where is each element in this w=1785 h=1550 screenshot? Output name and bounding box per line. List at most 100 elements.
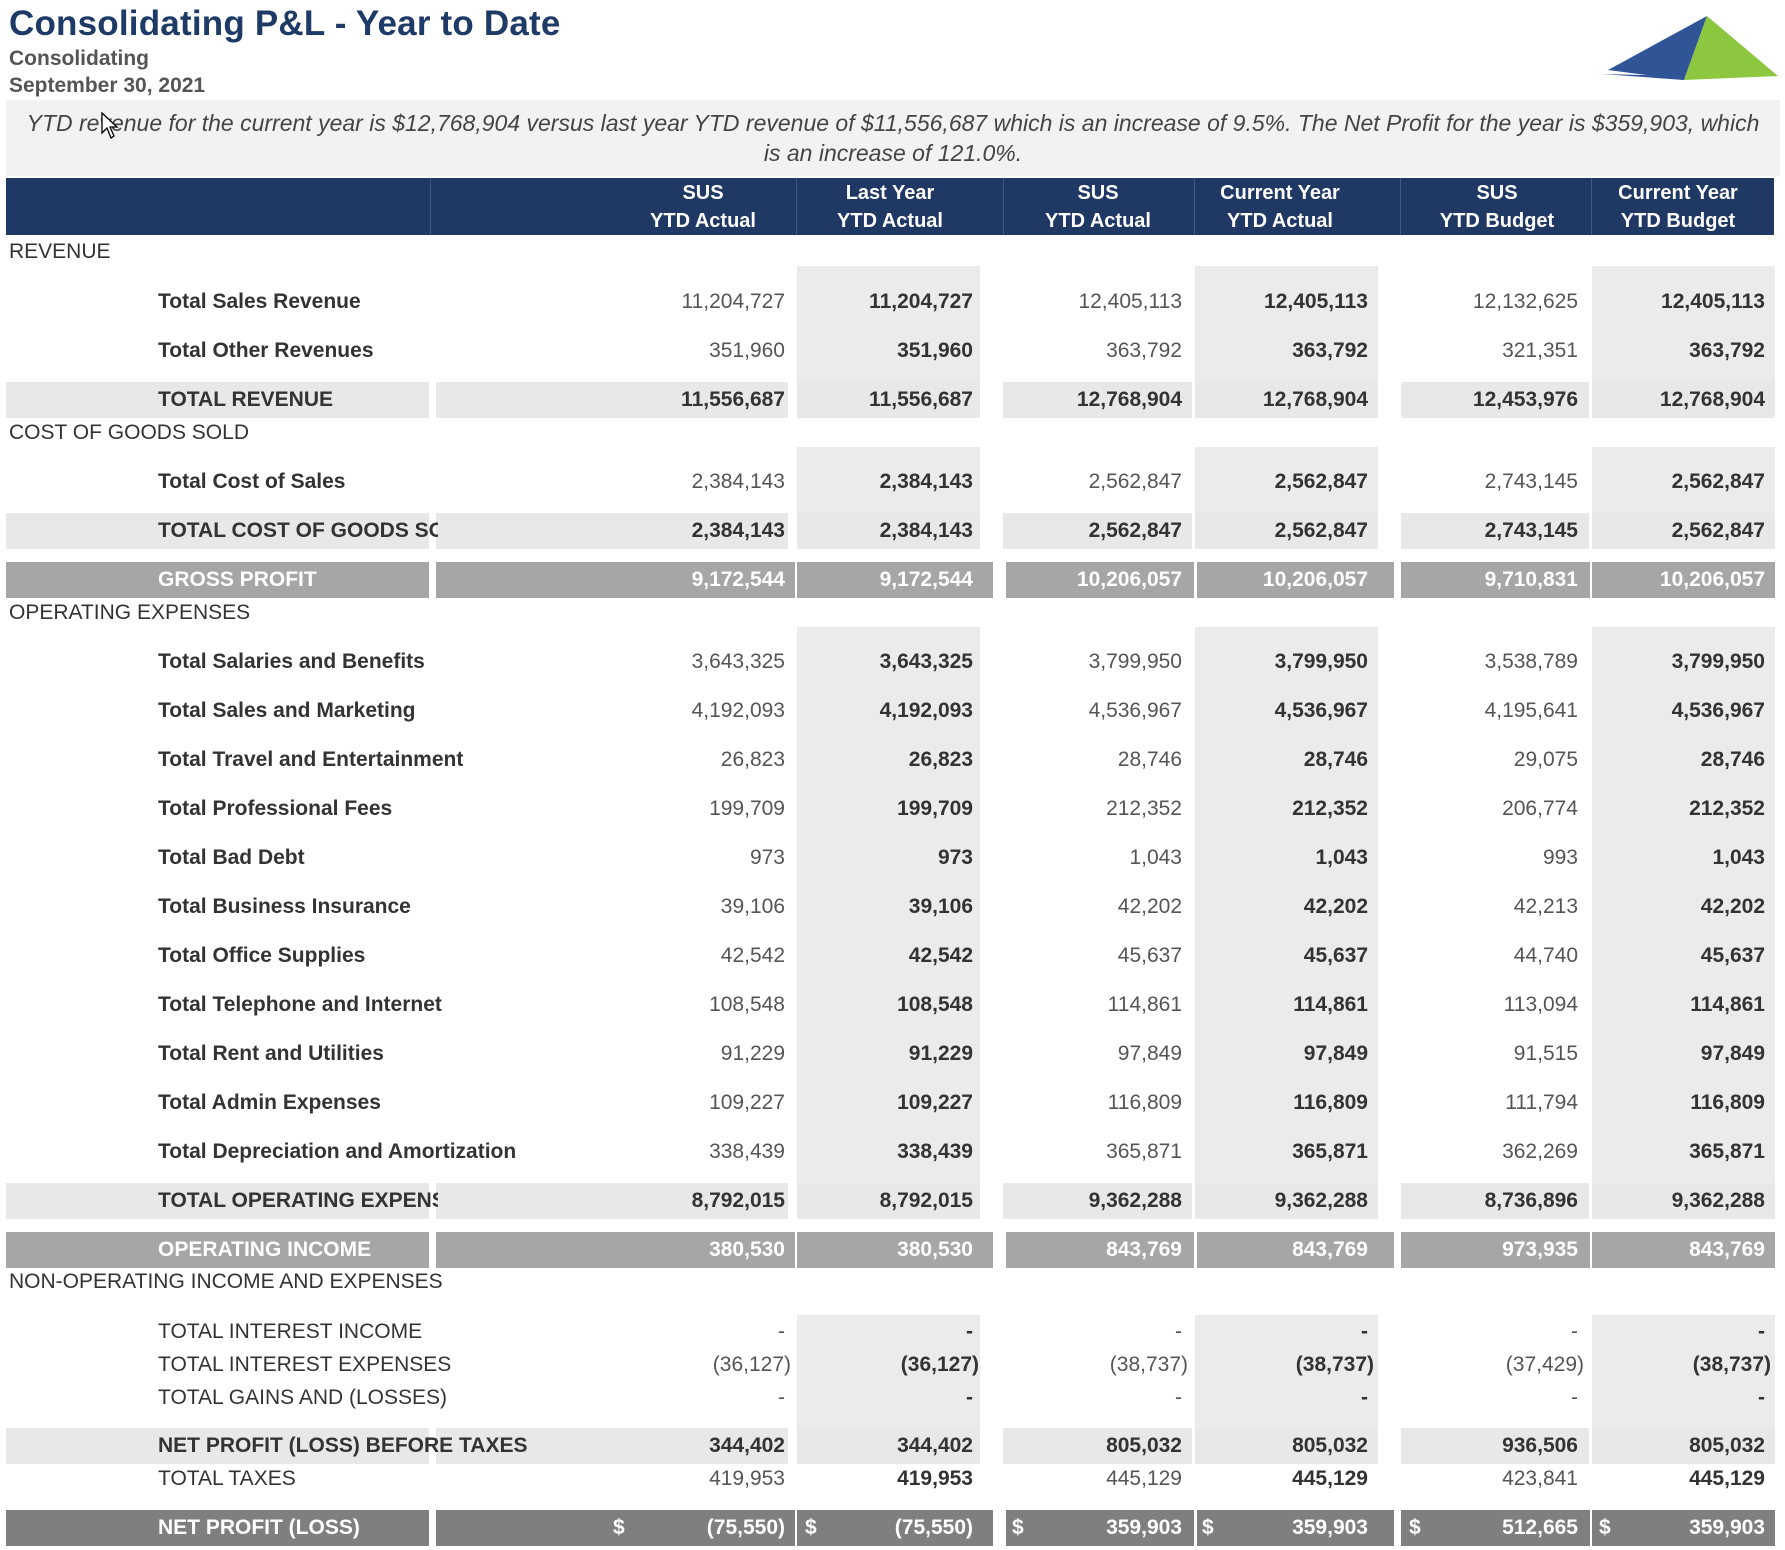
cell-value: 4,536,967	[1088, 699, 1182, 722]
cell-value: 114,861	[1107, 993, 1182, 1016]
cell-value: 10,206,057	[1659, 568, 1765, 591]
cell-value: 3,643,325	[691, 650, 785, 673]
row-label: TOTAL GAINS AND (LOSSES)	[158, 1386, 448, 1409]
row-label: Total Rent and Utilities	[158, 1042, 384, 1065]
table-row: GROSS PROFIT 9,172,544 9,172,544 10,206,057…	[0, 562, 1785, 598]
cell-value: 3,799,950	[1671, 650, 1765, 673]
cell-value: 42,213	[1513, 895, 1578, 918]
cell-value: 1,043	[1129, 846, 1182, 869]
cell-value: 993	[1542, 846, 1578, 869]
cell-value: 113,094	[1503, 993, 1578, 1016]
row-label: TOTAL TAXES	[158, 1467, 296, 1490]
cell-value: 365,871	[1292, 1140, 1368, 1163]
column-header-line2: YTD Actual	[650, 210, 756, 232]
table-row: TOTAL COST OF GOODS SOLD 2,384,143 2,384,1…	[0, 513, 1785, 549]
cell-value: 109,227	[897, 1091, 973, 1114]
cell-value: 12,453,976	[1472, 388, 1578, 411]
section-heading-opex: OPERATING EXPENSES	[9, 601, 251, 624]
cell-value: (75,550)	[894, 1516, 973, 1539]
cell-value: 2,743,145	[1484, 470, 1578, 493]
column-header-line1: Current Year	[1220, 182, 1340, 204]
cell-value: 359,903	[1106, 1516, 1182, 1539]
cell-value: 42,542	[908, 944, 973, 967]
cell-value: 2,384,143	[879, 519, 973, 542]
cell-value: 445,129	[1292, 1467, 1368, 1490]
cell-value: 109,227	[709, 1091, 785, 1114]
cell-value: 108,548	[709, 993, 785, 1016]
cell-value: 338,439	[897, 1140, 973, 1163]
cell-value: 206,774	[1502, 797, 1578, 820]
header-divider	[1003, 178, 1004, 235]
cell-value: 45,637	[1700, 944, 1765, 967]
cell-value: 2,384,143	[879, 470, 973, 493]
table-row: Total Professional Fees 199,709 199,709 212…	[0, 791, 1785, 827]
cell-value: 8,792,015	[691, 1189, 785, 1212]
column-header-line2: YTD Budget	[1439, 210, 1555, 232]
cell-value: 365,871	[1689, 1140, 1765, 1163]
cell-value: 973,935	[1502, 1238, 1578, 1261]
table-row: OPERATING INCOME 380,530 380,530 843,769 843…	[0, 1232, 1785, 1268]
cell-value: 2,562,847	[1671, 470, 1765, 493]
cell-value: 1,043	[1712, 846, 1765, 869]
cell-value: -	[1758, 1386, 1765, 1409]
cell-value: 42,542	[720, 944, 785, 967]
table-row: TOTAL OPERATING EXPENSES 8,792,015 8,792,0…	[0, 1183, 1785, 1219]
currency-symbol: $	[1409, 1516, 1421, 1539]
cell-value: 11,204,727	[681, 290, 785, 313]
row-label: Total Sales and Marketing	[158, 699, 416, 722]
cell-value: 3,799,950	[1088, 650, 1182, 673]
cell-value: 843,769	[1689, 1238, 1765, 1261]
summary-banner: YTD revenue for the current year is $12,…	[6, 100, 1780, 176]
row-label: Total Depreciation and Amortization	[158, 1140, 517, 1163]
cell-value: -	[1571, 1320, 1578, 1343]
cell-value: 2,562,847	[1088, 519, 1182, 542]
cell-value: 2,384,143	[691, 470, 785, 493]
cell-value: 11,556,687	[869, 388, 973, 411]
cell-value: 423,841	[1502, 1467, 1578, 1490]
cell-value: 362,269	[1502, 1140, 1578, 1163]
currency-symbol: $	[1599, 1516, 1611, 1539]
cell-value: 116,809	[1690, 1091, 1765, 1114]
cell-value: 363,792	[1689, 339, 1765, 362]
table-row: Total Other Revenues 351,960 351,960 363,79…	[0, 333, 1785, 369]
row-label: TOTAL INTEREST EXPENSES	[158, 1353, 452, 1376]
cell-value: 419,953	[897, 1467, 973, 1490]
row-label: GROSS PROFIT	[158, 568, 317, 591]
cell-value: (37,429)	[1505, 1353, 1584, 1376]
header-divider	[1194, 178, 1195, 235]
cell-value: (36,127)	[900, 1353, 979, 1376]
column-header-line1: SUS	[682, 182, 724, 204]
column-header-3: SUS YTD Actual	[998, 178, 1198, 235]
cell-value: 9,362,288	[1274, 1189, 1368, 1212]
cell-value: -	[1361, 1386, 1368, 1409]
currency-symbol: $	[613, 1516, 625, 1539]
column-header-line2: YTD Actual	[1045, 210, 1151, 232]
cell-value: 10,206,057	[1076, 568, 1182, 591]
cell-value: -	[778, 1320, 785, 1343]
row-label: NET PROFIT (LOSS)	[158, 1516, 360, 1539]
cell-value: 2,384,143	[691, 519, 785, 542]
table-row: Total Telephone and Internet 108,548 108,5…	[0, 987, 1785, 1023]
currency-symbol: $	[805, 1516, 817, 1539]
cell-value: 10,206,057	[1262, 568, 1368, 591]
column-header-line1: SUS	[1476, 182, 1518, 204]
cell-value: -	[966, 1320, 973, 1343]
cell-value: (38,737)	[1295, 1353, 1374, 1376]
cell-value: 4,192,093	[691, 699, 785, 722]
row-label: Total Cost of Sales	[158, 470, 346, 493]
cell-value: 45,637	[1117, 944, 1182, 967]
table-row: Total Sales Revenue 11,204,727 11,204,727 1…	[0, 284, 1785, 320]
cell-value: 12,132,625	[1472, 290, 1578, 313]
cell-value: 2,562,847	[1088, 470, 1182, 493]
row-label: Total Office Supplies	[158, 944, 366, 967]
cell-value: 97,849	[1303, 1042, 1368, 1065]
section-heading-cogs: COST OF GOODS SOLD	[9, 421, 249, 444]
cell-value: 445,129	[1106, 1467, 1182, 1490]
cell-value: 321,351	[1502, 339, 1578, 362]
row-label: TOTAL COST OF GOODS SOLD	[158, 519, 438, 542]
row-label: Total Professional Fees	[158, 797, 393, 820]
cell-value: 108,548	[897, 993, 973, 1016]
table-row: Total Bad Debt 973 973 1,043 1,043 993 1,043	[0, 840, 1785, 876]
cell-value: 199,709	[897, 797, 973, 820]
column-header-line2: YTD Actual	[837, 210, 943, 232]
